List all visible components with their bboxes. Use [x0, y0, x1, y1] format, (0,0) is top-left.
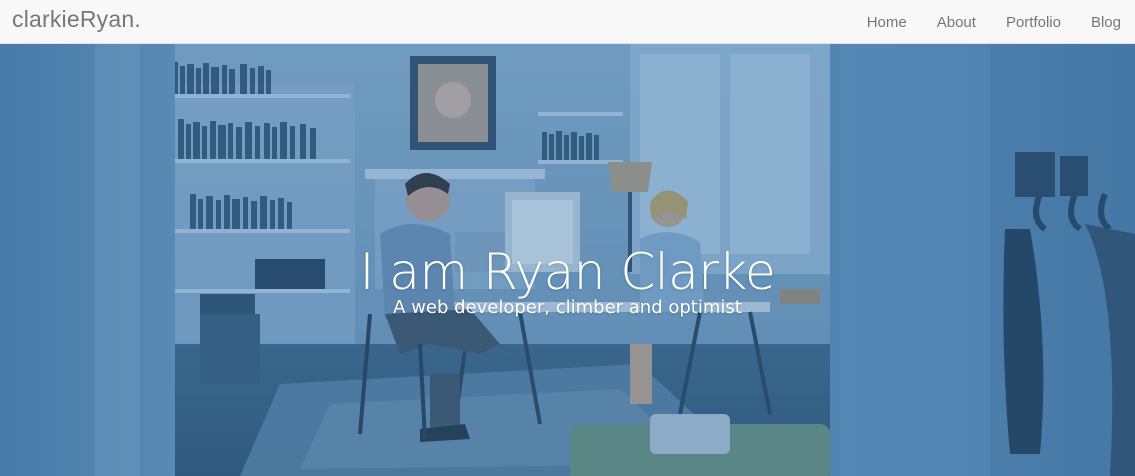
hero-title: I am Ryan Clarke: [359, 242, 776, 301]
hero-section: I am Ryan Clarke A web developer, climbe…: [0, 44, 1135, 476]
nav-link-about[interactable]: About: [937, 14, 976, 31]
brand-logo[interactable]: clarkieRyan.: [12, 6, 141, 33]
nav-link-blog[interactable]: Blog: [1091, 14, 1121, 31]
nav-link-portfolio[interactable]: Portfolio: [1006, 14, 1061, 31]
top-navbar: clarkieRyan. Home About Portfolio Blog: [0, 0, 1135, 44]
nav-link-home[interactable]: Home: [867, 14, 907, 31]
nav-links: Home About Portfolio Blog: [867, 0, 1121, 44]
hero-subtitle: A web developer, climber and optimist: [393, 297, 742, 318]
